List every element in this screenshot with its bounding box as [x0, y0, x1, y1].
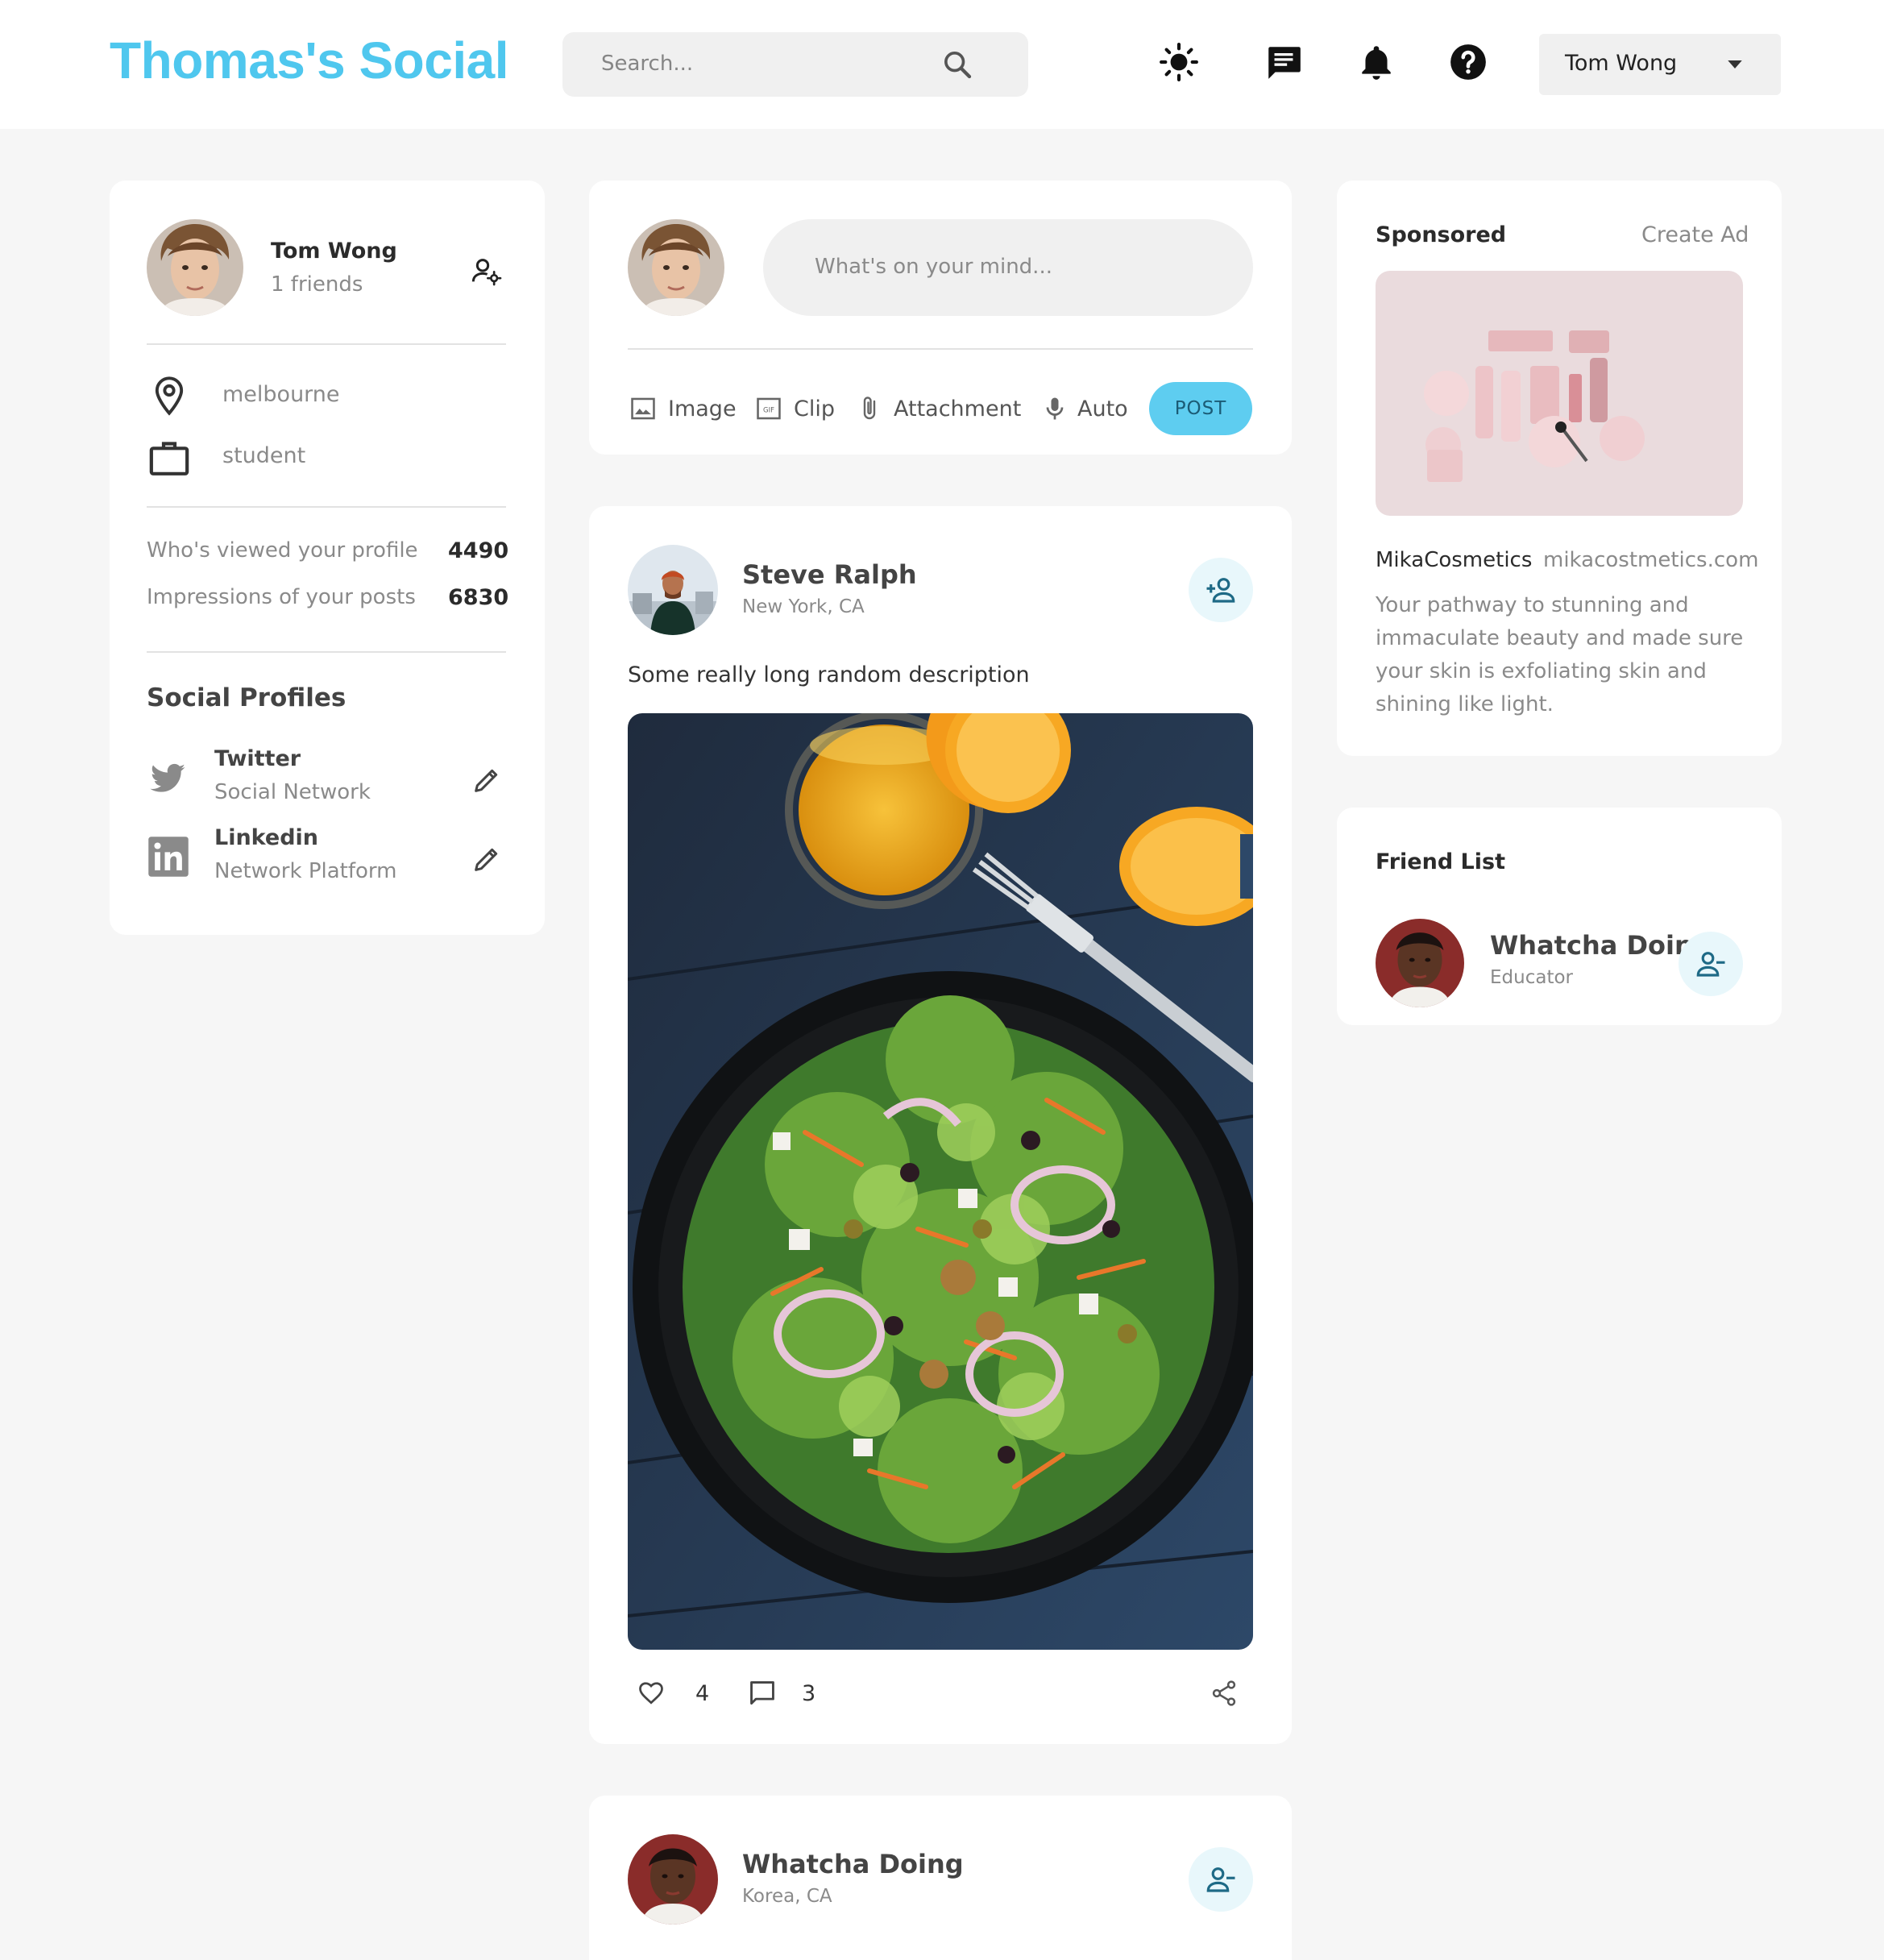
search-bar[interactable]: Search... — [562, 32, 1028, 97]
friend-name[interactable]: Whatcha Doing — [1490, 930, 1712, 961]
social-name: Twitter — [214, 746, 301, 771]
composer-placeholder: What's on your mind... — [815, 255, 1052, 279]
ad-description-line: immaculate beauty and made sure — [1376, 626, 1744, 650]
attachment-icon[interactable] — [855, 393, 884, 424]
profile-name[interactable]: Tom Wong — [271, 239, 397, 264]
composer-input[interactable]: What's on your mind... — [763, 219, 1253, 316]
ad-image[interactable] — [1376, 271, 1743, 516]
remove-friend-button[interactable] — [1679, 932, 1743, 996]
composer-action-label[interactable]: Attachment — [894, 397, 1021, 421]
ad-description-line: shining like light. — [1376, 692, 1554, 716]
ad-url[interactable]: mikacostmetics.com — [1543, 548, 1758, 572]
profile-divider — [147, 506, 506, 508]
friend-list-card: Friend List Whatcha Doing Educator — [1337, 808, 1782, 1025]
friend-list-title: Friend List — [1376, 849, 1505, 874]
microphone-icon[interactable] — [1040, 393, 1069, 424]
light-mode-icon[interactable] — [1159, 42, 1199, 82]
search-icon[interactable] — [941, 48, 973, 81]
app-logo[interactable]: Thomas's Social — [110, 31, 509, 90]
post-button[interactable]: POST — [1149, 382, 1252, 435]
comment-count: 3 — [802, 1681, 816, 1706]
top-navbar: Thomas's Social Search... Tom Wong — [0, 0, 1884, 129]
remove-friend-button[interactable] — [1189, 1847, 1253, 1912]
sponsored-title: Sponsored — [1376, 222, 1507, 247]
social-desc: Social Network — [214, 780, 371, 804]
edit-icon[interactable] — [471, 843, 503, 875]
stat-value: 4490 — [448, 538, 509, 563]
post-author-location: New York, CA — [742, 596, 865, 617]
image-icon[interactable] — [629, 395, 657, 422]
svg-text:GIF: GIF — [763, 406, 774, 414]
add-friend-button[interactable] — [1189, 558, 1253, 622]
ad-description-line: Your pathway to stunning and — [1376, 593, 1689, 617]
ad-brand[interactable]: MikaCosmetics — [1376, 548, 1532, 572]
post-author-name[interactable]: Steve Ralph — [742, 559, 917, 590]
briefcase-icon — [149, 442, 189, 475]
stat-label: Who's viewed your profile — [147, 538, 418, 563]
post-description: Some really long random description — [628, 662, 1030, 687]
post-author-avatar[interactable] — [628, 545, 718, 635]
create-ad-link[interactable]: Create Ad — [1641, 222, 1749, 247]
post-image[interactable] — [628, 713, 1253, 1650]
post-author-avatar[interactable] — [628, 1834, 718, 1925]
stat-value: 6830 — [448, 585, 509, 610]
search-input[interactable]: Search... — [601, 52, 693, 76]
composer-action-label[interactable]: Auto — [1077, 397, 1128, 421]
like-count: 4 — [695, 1681, 710, 1706]
profile-card: Tom Wong 1 friends melbourne student Who… — [110, 181, 545, 935]
social-name: Linkedin — [214, 825, 319, 850]
gif-icon[interactable]: GIF — [755, 395, 782, 422]
edit-icon[interactable] — [471, 764, 503, 796]
twitter-icon — [150, 763, 185, 792]
social-profiles-title: Social Profiles — [147, 683, 347, 712]
help-icon[interactable] — [1448, 42, 1488, 82]
user-menu-name: Tom Wong — [1565, 51, 1678, 76]
comment-icon[interactable] — [747, 1678, 778, 1709]
post-author-name[interactable]: Whatcha Doing — [742, 1849, 964, 1879]
composer-avatar — [628, 219, 724, 316]
person-add-icon — [1206, 578, 1235, 603]
person-remove-icon — [1696, 952, 1725, 977]
user-menu-dropdown[interactable]: Tom Wong — [1539, 34, 1781, 95]
friend-role: Educator — [1490, 967, 1573, 988]
post-author-location: Korea, CA — [742, 1886, 832, 1907]
like-icon[interactable] — [636, 1678, 666, 1707]
composer-action-label[interactable]: Image — [668, 397, 737, 421]
ad-description-line: your skin is exfoliating skin and — [1376, 659, 1707, 683]
feed-post: Whatcha Doing Korea, CA — [589, 1796, 1292, 1960]
composer-divider — [628, 348, 1253, 350]
manage-account-icon[interactable] — [471, 255, 503, 287]
sponsored-card: Sponsored Create Ad MikaCosmetics mikaco… — [1337, 181, 1782, 756]
profile-location: melbourne — [222, 382, 340, 407]
profile-avatar[interactable] — [147, 219, 243, 316]
profile-divider — [147, 343, 506, 345]
person-remove-icon — [1206, 1867, 1235, 1892]
profile-friends-count: 1 friends — [271, 272, 363, 297]
profile-occupation: student — [222, 443, 306, 468]
feed-post: Steve Ralph New York, CA Some really lon… — [589, 506, 1292, 1744]
profile-divider — [147, 651, 506, 653]
notifications-icon[interactable] — [1356, 42, 1396, 82]
composer-action-label[interactable]: Clip — [794, 397, 835, 421]
friend-avatar[interactable] — [1376, 919, 1464, 1007]
chevron-down-icon[interactable] — [1723, 56, 1747, 73]
linkedin-icon — [148, 837, 189, 877]
location-icon — [155, 376, 184, 416]
share-icon[interactable] — [1210, 1678, 1239, 1709]
message-icon[interactable] — [1264, 42, 1304, 82]
social-desc: Network Platform — [214, 859, 397, 883]
stat-label: Impressions of your posts — [147, 585, 416, 609]
